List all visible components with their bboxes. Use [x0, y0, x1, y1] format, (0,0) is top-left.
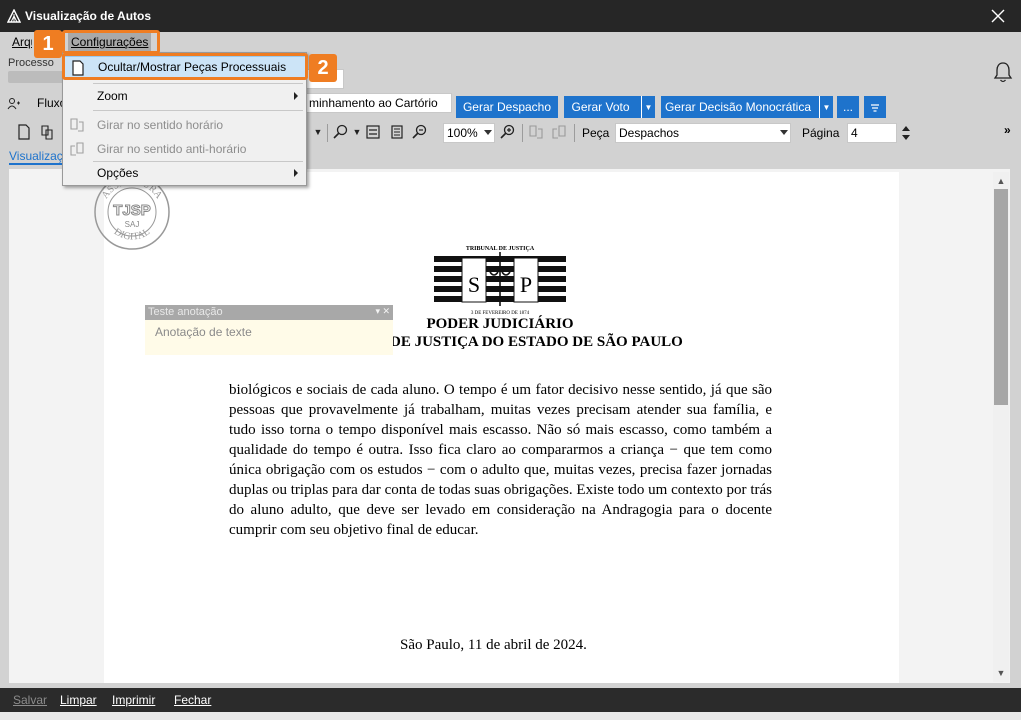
copy-pages-icon[interactable]: [40, 124, 56, 140]
gerar-voto-label: Gerar Voto: [571, 100, 630, 114]
toolbar-separator: [522, 124, 523, 142]
pagina-spinner-icon[interactable]: [901, 124, 911, 142]
callout-frame-configuracoes: [62, 30, 160, 54]
zoom-select[interactable]: 100%: [443, 123, 495, 143]
document-body-text: biológicos e sociais de cada aluno. O te…: [229, 382, 772, 538]
emblem-left-letter: S: [468, 272, 480, 297]
callout-frame-ocultar-mostrar: [62, 53, 308, 80]
menu-item-label: Girar no sentido anti-horário: [97, 142, 247, 156]
peca-select[interactable]: Despachos: [615, 123, 791, 143]
menu-item-opcoes[interactable]: Opções: [63, 162, 306, 184]
more-actions-button[interactable]: ...: [837, 96, 859, 118]
document-date: São Paulo, 11 de abril de 2024.: [400, 637, 587, 653]
menu-item-label: Girar no sentido horário: [97, 118, 224, 132]
peca-label: Peça: [582, 126, 610, 140]
vertical-scrollbar[interactable]: ▲ ▼: [993, 172, 1009, 682]
header-poder-judiciario: PODER JUDICIÁRIO: [426, 316, 574, 332]
encaminhamento-combo[interactable]: minhamento ao Cartório: [306, 93, 452, 113]
menu-item-zoom[interactable]: Zoom: [63, 85, 306, 107]
collapse-lines-icon: [871, 104, 879, 112]
annotation-body[interactable]: Anotação de texte: [145, 320, 393, 355]
toolbar-dropdown-icon[interactable]: ▼: [310, 124, 326, 140]
close-window-button[interactable]: [975, 0, 1021, 32]
app-logo-icon: [7, 9, 21, 23]
notification-bell-icon[interactable]: [992, 60, 1014, 84]
pagina-label: Página: [802, 126, 840, 140]
gerar-despacho-label: Gerar Despacho: [462, 100, 552, 114]
fechar-button[interactable]: Fechar: [174, 693, 211, 707]
imprimir-button[interactable]: Imprimir: [112, 693, 155, 707]
zoom-dropdown-icon: [484, 130, 492, 135]
search-dropdown-icon[interactable]: ▼: [349, 124, 365, 140]
toolbar-separator: [574, 124, 575, 142]
fit-width-icon[interactable]: [365, 124, 381, 140]
stamp-sub-text: SAJ: [125, 220, 140, 229]
menu-item-girar-horario[interactable]: Girar no sentido horário: [63, 114, 306, 136]
bottom-bar: Salvar Limpar Imprimir Fechar: [0, 688, 1021, 712]
rotate-counterclockwise-icon[interactable]: [551, 124, 567, 140]
submenu-arrow-icon: [294, 169, 298, 177]
emblem-top-text: TRIBUNAL DE JUSTIÇA: [466, 246, 535, 252]
more-actions-label: ...: [842, 100, 853, 114]
limpar-button[interactable]: Limpar: [60, 693, 97, 707]
peca-dropdown-icon: [780, 130, 788, 135]
title-bar: Visualização de Autos: [0, 0, 1021, 32]
menu-separator: [93, 83, 303, 84]
stamp-center-text: TJSP: [113, 202, 151, 219]
tab-visualizacao[interactable]: Visualização: [9, 149, 64, 163]
expand-toolbar-button[interactable]: [864, 96, 886, 118]
menu-item-girar-anti-horario[interactable]: Girar no sentido anti-horário: [63, 138, 306, 160]
window-title: Visualização de Autos: [25, 9, 152, 23]
gerar-decisao-button[interactable]: Gerar Decisão Monocrática ▼: [661, 96, 833, 118]
gerar-despacho-button[interactable]: Gerar Despacho: [456, 96, 558, 118]
menu-separator: [93, 110, 303, 111]
pagina-input[interactable]: 4: [847, 123, 897, 143]
emblem-right-letter: P: [520, 272, 532, 297]
gerar-decisao-dropdown-icon[interactable]: ▼: [819, 96, 833, 118]
scroll-thumb[interactable]: [994, 189, 1008, 405]
rotate-counterclockwise-icon: [70, 142, 84, 156]
callout-badge-1: 1: [34, 30, 62, 58]
annotation-controls-icon[interactable]: ▾ ✕: [375, 306, 390, 317]
annotation-title: Teste anotação: [148, 306, 223, 318]
gerar-voto-button[interactable]: Gerar Voto ▼: [564, 96, 655, 118]
menu-arquivo[interactable]: Arquivo: [12, 35, 32, 49]
menu-item-label: Zoom: [97, 89, 128, 103]
annotation-header[interactable]: Teste anotação ▾ ✕: [145, 305, 393, 320]
peca-value: Despachos: [619, 126, 680, 140]
tab-active-indicator: [9, 163, 64, 165]
zoom-value: 100%: [447, 126, 478, 140]
processo-number-blurred: [8, 71, 70, 83]
zoom-in-icon[interactable]: [500, 124, 516, 140]
toolbar-overflow-icon[interactable]: »: [1004, 123, 1011, 137]
gerar-decisao-label: Gerar Decisão Monocrática: [664, 100, 812, 114]
fit-page-icon[interactable]: [389, 124, 405, 140]
submenu-arrow-icon: [294, 92, 298, 100]
rotate-clockwise-icon[interactable]: [528, 124, 544, 140]
zoom-out-icon[interactable]: [412, 124, 428, 140]
scroll-down-icon[interactable]: ▼: [993, 666, 1009, 680]
header-tribunal: DE JUSTIÇA DO ESTADO DE SÃO PAULO: [390, 334, 683, 350]
callout-badge-2: 2: [309, 54, 337, 82]
salvar-button[interactable]: Salvar: [13, 693, 47, 707]
menu-item-label: Opções: [97, 166, 139, 180]
processo-label: Processo: [8, 57, 54, 69]
scroll-up-icon[interactable]: ▲: [993, 174, 1009, 188]
gerar-voto-dropdown-icon[interactable]: ▼: [641, 96, 655, 118]
close-icon: [991, 9, 1005, 23]
document-icon[interactable]: [16, 124, 32, 140]
fluxo-icon: [7, 98, 20, 110]
toolbar-separator: [327, 124, 328, 142]
rotate-clockwise-icon: [70, 118, 84, 132]
window-bottom-edge: [0, 712, 1021, 720]
search-icon[interactable]: [333, 124, 349, 140]
tjsp-emblem: TRIBUNAL DE JUSTIÇA S P 3 DE FEVEREIRO D…: [434, 246, 566, 316]
fluxo-label[interactable]: Fluxo: [37, 96, 63, 110]
